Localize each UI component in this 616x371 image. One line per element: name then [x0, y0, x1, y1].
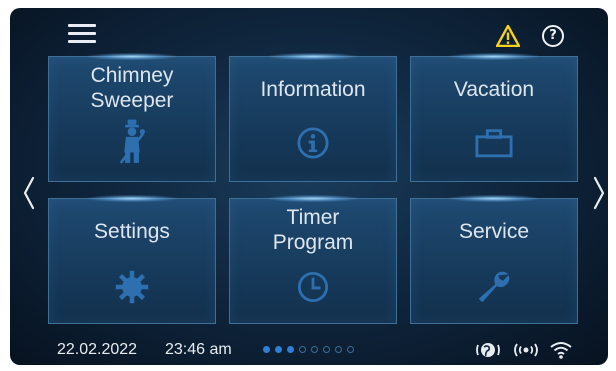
- help-circle-icon[interactable]: ?: [542, 25, 564, 47]
- chevron-right-icon[interactable]: [592, 176, 606, 210]
- internet-icon: [476, 343, 500, 357]
- tile-label: Vacation: [453, 78, 535, 101]
- page-dot-2[interactable]: [275, 346, 282, 353]
- time-label: 23:46 am: [165, 341, 232, 358]
- tile-settings[interactable]: Settings: [48, 198, 216, 324]
- page-dot-6[interactable]: [323, 346, 330, 353]
- device-screen: ? Chimney Sweeper Information Vacation S…: [10, 8, 608, 365]
- wrench-icon: [478, 271, 510, 303]
- page-dot-1[interactable]: [263, 346, 270, 353]
- wifi-icon: [550, 342, 572, 359]
- clock-icon: [297, 271, 329, 303]
- page-dot-8[interactable]: [347, 346, 354, 353]
- chimney-sweeper-icon: [119, 119, 145, 164]
- suitcase-icon: [475, 129, 513, 158]
- tile-label: Timer Program: [272, 206, 354, 254]
- status-bar: 22.02.2022 23:46 am: [10, 340, 608, 362]
- tile-label: Information: [260, 78, 366, 101]
- warning-triangle-icon[interactable]: [496, 25, 520, 47]
- tile-vacation[interactable]: Vacation: [410, 56, 578, 182]
- page-dot-3[interactable]: [287, 346, 294, 353]
- tile-timer-program[interactable]: Timer Program: [229, 198, 397, 324]
- tile-label: Chimney Sweeper: [90, 64, 174, 112]
- hamburger-menu-icon[interactable]: [68, 24, 96, 46]
- page-dot-4[interactable]: [299, 346, 306, 353]
- tile-chimney-sweeper[interactable]: Chimney Sweeper: [48, 56, 216, 182]
- tile-service[interactable]: Service: [410, 198, 578, 324]
- wireless-signal-icon: [514, 343, 538, 357]
- chevron-left-icon[interactable]: [22, 176, 36, 210]
- info-icon: [297, 127, 329, 159]
- gear-icon: [115, 270, 149, 304]
- tile-label: Settings: [94, 220, 170, 243]
- page-dot-5[interactable]: [311, 346, 318, 353]
- tile-information[interactable]: Information: [229, 56, 397, 182]
- tile-label: Service: [458, 220, 530, 243]
- page-dot-7[interactable]: [335, 346, 342, 353]
- date-label: 22.02.2022: [57, 341, 138, 358]
